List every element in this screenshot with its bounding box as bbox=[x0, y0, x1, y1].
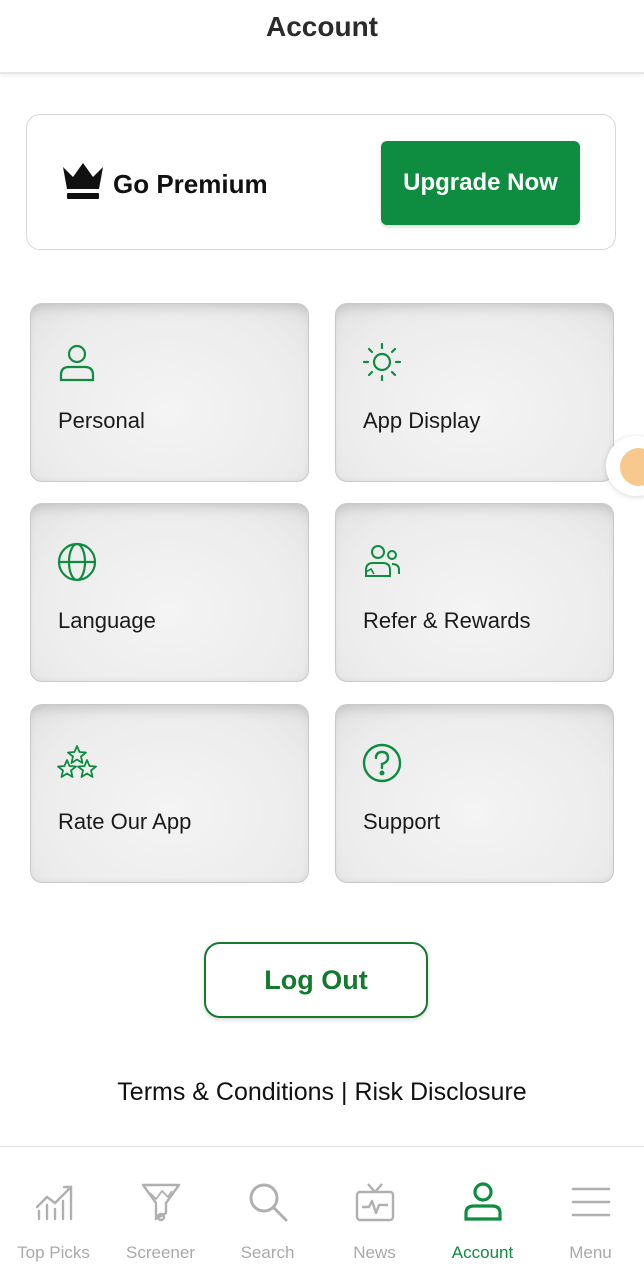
nav-top-picks[interactable]: Top Picks bbox=[0, 1147, 107, 1281]
nav-label: Account bbox=[451, 1243, 514, 1262]
risk-disclosure-link[interactable]: Risk Disclosure bbox=[354, 1078, 526, 1106]
nav-news[interactable]: News bbox=[321, 1147, 428, 1281]
help-icon bbox=[362, 743, 402, 783]
hamburger-menu-icon bbox=[571, 1187, 611, 1217]
terms-link[interactable]: Terms & Conditions bbox=[117, 1078, 334, 1106]
person-icon bbox=[59, 344, 95, 382]
tile-support[interactable]: Support bbox=[335, 704, 614, 883]
app-header: Account bbox=[0, 0, 644, 74]
search-icon bbox=[249, 1183, 288, 1222]
nav-label: Top Picks bbox=[17, 1243, 90, 1262]
upgrade-now-button[interactable]: Upgrade Now bbox=[381, 141, 580, 225]
nav-screener[interactable]: Screener bbox=[107, 1147, 214, 1281]
nav-label: News bbox=[353, 1243, 396, 1262]
nav-search[interactable]: Search bbox=[214, 1147, 321, 1281]
links-separator: | bbox=[334, 1078, 355, 1106]
nav-menu[interactable]: Menu bbox=[537, 1147, 644, 1281]
crown-icon bbox=[63, 163, 103, 199]
tile-label: Language bbox=[58, 608, 156, 633]
sun-icon bbox=[362, 342, 402, 382]
tile-label: Personal bbox=[58, 408, 145, 433]
stars-icon bbox=[57, 745, 97, 778]
tile-language[interactable]: Language bbox=[30, 503, 309, 682]
screener-funnel-icon bbox=[141, 1183, 181, 1222]
page-title: Account bbox=[266, 11, 378, 42]
bottom-nav: Top Picks Screener Search News Account M… bbox=[0, 1146, 644, 1281]
nav-label: Screener bbox=[126, 1243, 195, 1262]
nav-account[interactable]: Account bbox=[429, 1147, 536, 1281]
tile-personal[interactable]: Personal bbox=[30, 303, 309, 482]
nav-label: Menu bbox=[569, 1243, 612, 1262]
premium-card: Go Premium Upgrade Now bbox=[26, 114, 616, 250]
premium-label: Go Premium bbox=[113, 169, 268, 199]
tile-label: Refer & Rewards bbox=[363, 608, 531, 633]
refer-people-icon bbox=[365, 545, 400, 577]
reward-icon bbox=[620, 448, 644, 486]
globe-icon bbox=[57, 542, 97, 582]
tile-rate-our-app[interactable]: Rate Our App bbox=[30, 704, 309, 883]
tile-label: Rate Our App bbox=[58, 809, 192, 834]
account-icon bbox=[464, 1182, 502, 1221]
tile-label: Support bbox=[363, 809, 441, 834]
logout-button[interactable]: Log Out bbox=[204, 942, 428, 1018]
tv-icon bbox=[355, 1183, 395, 1222]
nav-label: Search bbox=[240, 1243, 295, 1262]
tile-refer-rewards[interactable]: Refer & Rewards bbox=[335, 503, 614, 682]
tile-app-display[interactable]: App Display bbox=[335, 303, 614, 482]
tile-label: App Display bbox=[363, 408, 481, 433]
chart-bars-icon bbox=[35, 1185, 73, 1221]
footer-links: Terms & Conditions | Risk Disclosure bbox=[0, 1078, 644, 1107]
